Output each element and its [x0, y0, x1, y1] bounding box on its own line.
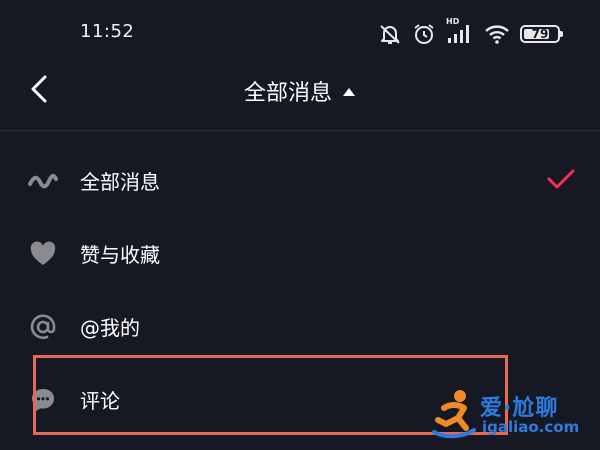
menu-item-label: 评论 [80, 389, 120, 413]
nav-title-dropdown[interactable]: 全部消息 [0, 74, 600, 108]
status-icons: HD 79 [378, 17, 563, 48]
at-icon [28, 312, 58, 342]
network-label: HD [446, 17, 460, 26]
battery-text: 79 [531, 27, 549, 41]
heart-icon [28, 239, 58, 269]
watermark: 爱·尬聊 igaliao.com [430, 384, 592, 444]
runner-logo-icon [430, 388, 478, 444]
cellular-signal-icon: HD [446, 17, 474, 45]
caret-up-icon [342, 82, 356, 101]
page-title: 全部消息 [243, 81, 332, 106]
menu-item-likes-favorites[interactable]: 赞与收藏 [0, 217, 600, 290]
wifi-icon [484, 23, 510, 45]
wave-icon [28, 166, 58, 196]
nav-bar: 全部消息 [0, 66, 600, 131]
menu-item-mentions[interactable]: @我的 [0, 290, 600, 363]
watermark-url: igaliao.com [482, 418, 580, 436]
checkmark-icon [546, 168, 576, 194]
alarm-icon [412, 22, 436, 46]
status-time: 11:52 [80, 21, 135, 42]
menu-item-all-messages[interactable]: 全部消息 [0, 144, 600, 217]
status-bar: 11:52 HD 79 [0, 0, 600, 66]
menu-item-label: @我的 [80, 316, 140, 340]
menu-item-label: 赞与收藏 [80, 243, 160, 267]
comment-icon [28, 385, 58, 415]
menu-item-label: 全部消息 [80, 170, 160, 194]
battery-icon: 79 [520, 25, 563, 43]
mute-bell-icon [378, 22, 402, 46]
